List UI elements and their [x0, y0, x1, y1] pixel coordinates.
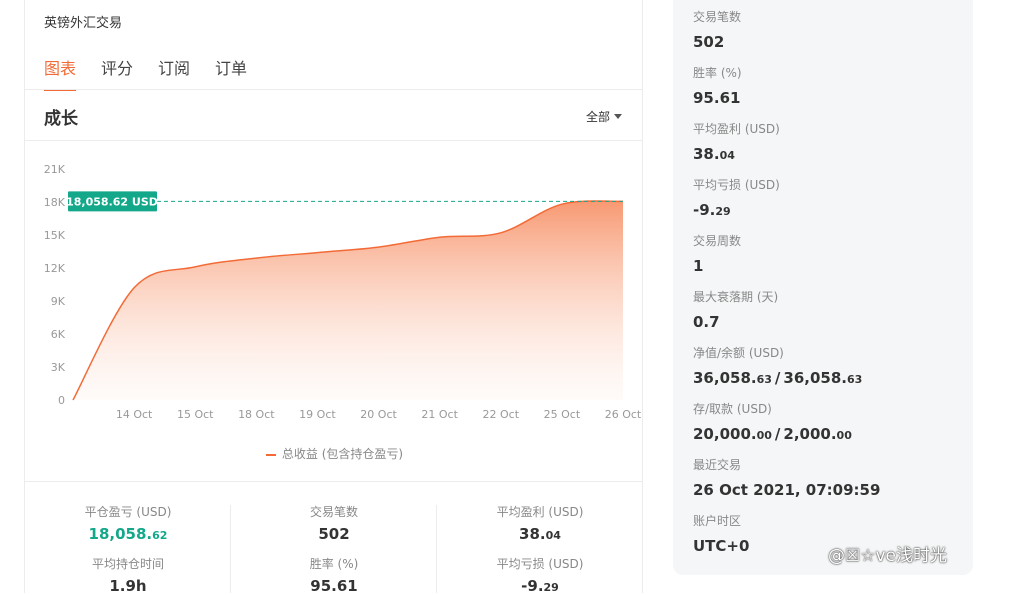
stat-value: 95.61 [310, 577, 358, 595]
summary-value: 95.61 [693, 89, 741, 107]
stat-label: 平均盈利 (USD) [496, 505, 584, 519]
summary-label: 净值/余额 (USD) [693, 346, 784, 360]
x-tick-label: 21 Oct [421, 408, 458, 421]
stat-label: 平仓盈亏 (USD) [84, 505, 172, 519]
summary-weeks: 交易周数 1 [693, 232, 741, 275]
stat-label: 平均持仓时间 [91, 557, 164, 571]
section-title: 成长 [44, 109, 78, 129]
divider [25, 481, 642, 482]
range-dropdown[interactable]: 全部 [586, 108, 622, 125]
chart-legend[interactable]: 总收益 (包含持仓盈亏) [25, 445, 644, 462]
stat-trades: 交易笔数 502 [231, 503, 437, 543]
summary-label: 交易周数 [693, 234, 742, 248]
summary-last-trade: 最近交易 26 Oct 2021, 07:09:59 [693, 456, 880, 499]
stat-value: 18,058.62 [88, 525, 168, 543]
divider [25, 140, 642, 141]
y-tick-label: 3K [51, 361, 66, 374]
divider [25, 89, 642, 90]
stat-avg-loss: 平均亏损 (USD) -9.29 [437, 555, 643, 595]
tab-orders[interactable]: 订单 [215, 55, 247, 91]
summary-value: -9.29 [693, 201, 731, 219]
y-tick-label: 6K [51, 328, 66, 341]
app-title: 英镑外汇交易 [44, 16, 123, 31]
x-tick-label: 19 Oct [299, 408, 336, 421]
summary-equity-balance: 净值/余额 (USD) 36,058.63/36,058.63 [693, 344, 862, 387]
x-tick-label: 20 Oct [360, 408, 397, 421]
tab-rating[interactable]: 评分 [101, 55, 133, 91]
y-tick-label: 18K [44, 196, 66, 209]
summary-value: 26 Oct 2021, 07:09:59 [693, 481, 881, 499]
stat-value: 502 [318, 525, 350, 543]
x-tick-label: 22 Oct [483, 408, 520, 421]
x-tick-label: 26 Oct [605, 408, 642, 421]
summary-value: 502 [693, 33, 725, 51]
y-tick-label: 21K [44, 163, 66, 176]
y-tick-label: 9K [51, 295, 66, 308]
stat-avg-profit: 平均盈利 (USD) 38.04 [437, 503, 643, 543]
watermark: @☒☆ve浅时光 [828, 546, 947, 566]
legend-swatch [265, 453, 276, 456]
summary-label: 最近交易 [693, 458, 742, 472]
summary-label: 存/取款 (USD) [693, 402, 772, 416]
summary-value: 1 [693, 257, 704, 275]
stat-closed-pl: 平仓盈亏 (USD) 18,058.62 [25, 503, 231, 543]
stat-value: -9.29 [521, 577, 559, 595]
summary-trades: 交易笔数 502 [693, 8, 741, 51]
summary-value: 38.04 [693, 145, 735, 163]
range-dropdown-label: 全部 [585, 110, 610, 124]
account-summary-panel: 交易笔数 502 胜率 (%) 95.61 平均盈利 (USD) 38.04 平… [673, 0, 973, 575]
summary-value: UTC+0 [693, 537, 750, 555]
stat-value: 38.04 [519, 525, 561, 543]
summary-label: 平均盈利 (USD) [693, 122, 780, 136]
summary-label: 胜率 (%) [693, 66, 742, 80]
summary-max-drawdown: 最大衰落期 (天) 0.7 [693, 288, 778, 331]
summary-label: 最大衰落期 (天) [693, 290, 779, 304]
growth-chart-svg: 0 3K 6K 9K 12K 15K 18K 21K 14 Oct 15 Oct 18 Oct 19 … [44, 163, 642, 421]
summary-label: 交易笔数 [693, 10, 742, 24]
growth-panel: 英镑外汇交易 图表 评分 订阅 订单 成长 全部 0 3K 6K 9K 12K 15K 18… [24, 0, 644, 595]
tab-bar: 图表 评分 订阅 订单 [44, 55, 272, 91]
chevron-down-icon [614, 114, 622, 119]
stat-label: 平均亏损 (USD) [496, 557, 584, 571]
tab-subscribe[interactable]: 订阅 [158, 55, 190, 91]
stat-label: 交易笔数 [309, 505, 358, 519]
summary-label: 平均亏损 (USD) [693, 178, 780, 192]
summary-value: 20,000.00/2,000.00 [693, 425, 852, 443]
series-area [73, 200, 623, 400]
y-tick-label: 0 [58, 394, 65, 407]
x-tick-label: 25 Oct [544, 408, 581, 421]
summary-label: 账户时区 [693, 514, 742, 528]
summary-avg-profit: 平均盈利 (USD) 38.04 [693, 120, 780, 163]
x-tick-label: 18 Oct [238, 408, 275, 421]
tab-chart[interactable]: 图表 [44, 55, 77, 91]
x-tick-label: 14 Oct [116, 408, 153, 421]
summary-value: 0.7 [693, 313, 720, 331]
stat-value: 1.9h [109, 577, 147, 595]
last-value-label: 18,058.62 USD [66, 195, 158, 208]
stat-avg-hold: 平均持仓时间 1.9h [25, 555, 231, 595]
stat-label: 胜率 (%) [309, 557, 359, 571]
summary-deposit-withdraw: 存/取款 (USD) 20,000.00/2,000.00 [693, 400, 852, 443]
summary-timezone: 账户时区 UTC+0 [693, 512, 749, 555]
growth-chart: 0 3K 6K 9K 12K 15K 18K 21K 14 Oct 15 Oct 18 Oct 19 … [25, 150, 644, 430]
y-tick-label: 15K [44, 229, 66, 242]
legend-label: 总收益 (包含持仓盈亏) [281, 447, 404, 461]
y-tick-label: 12K [44, 262, 66, 275]
summary-avg-loss: 平均亏损 (USD) -9.29 [693, 176, 780, 219]
summary-value: 36,058.63/36,058.63 [693, 369, 863, 387]
x-tick-label: 15 Oct [177, 408, 214, 421]
stat-win-rate: 胜率 (%) 95.61 [231, 555, 437, 595]
summary-win-rate: 胜率 (%) 95.61 [693, 64, 742, 107]
